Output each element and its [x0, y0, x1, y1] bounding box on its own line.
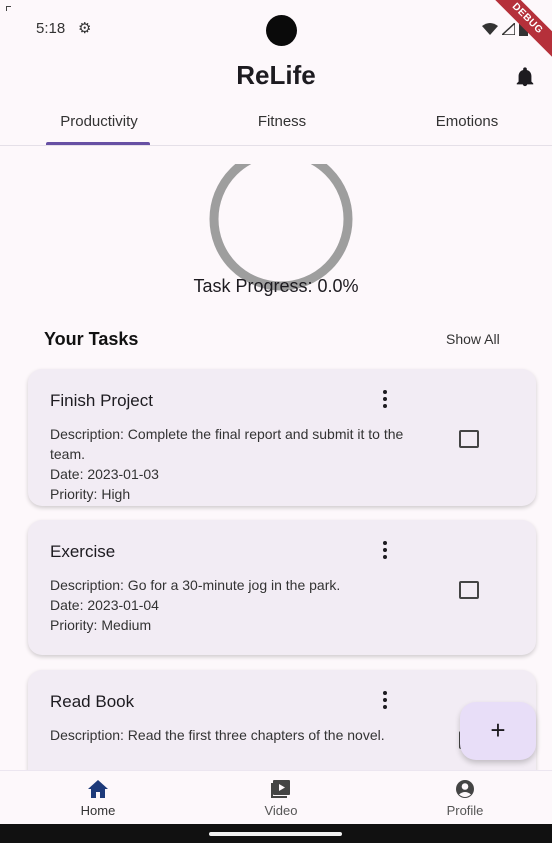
task-description: Description: Go for a 30-minute jog in t…	[50, 577, 341, 593]
show-all-button[interactable]: Show All	[446, 331, 500, 347]
app-title: ReLife	[236, 60, 316, 90]
task-card[interactable]: Finish Project Description: Complete the…	[28, 369, 536, 506]
progress-track	[209, 164, 353, 291]
task-date: Date: 2023-01-03	[50, 466, 159, 482]
home-icon	[88, 780, 108, 798]
app-screen: 5:18 ⚙ DEBUG ReLife Productivity Fitness…	[0, 0, 552, 843]
task-details: Description: Complete the final report a…	[50, 424, 420, 504]
add-task-button[interactable]: +	[460, 702, 536, 760]
nav-profile[interactable]: Profile	[415, 779, 515, 818]
task-title: Exercise	[50, 542, 116, 561]
task-priority: Priority: Medium	[50, 617, 152, 633]
task-priority: Priority: High	[50, 486, 131, 502]
task-title: Read Book	[50, 692, 135, 711]
nav-home[interactable]: Home	[48, 779, 148, 818]
home-gesture-handle[interactable]	[209, 832, 342, 836]
task-progress-label: Task Progress: 0.0%	[193, 276, 359, 296]
task-card[interactable]: Exercise Description: Go for a 30-minute…	[28, 520, 536, 655]
task-details: Description: Go for a 30-minute jog in t…	[50, 575, 420, 635]
task-title: Finish Project	[50, 391, 153, 410]
more-vert-icon[interactable]	[378, 389, 392, 409]
nav-profile-label: Profile	[446, 803, 484, 818]
task-checkbox[interactable]	[459, 430, 479, 448]
task-details: Description: Read the first three chapte…	[50, 725, 420, 745]
tab-fitness[interactable]: Fitness	[232, 113, 332, 130]
signal-icon	[502, 23, 515, 35]
more-vert-icon[interactable]	[378, 690, 392, 710]
bottom-navigation: Home Video Profile	[0, 770, 552, 824]
corner-mark	[6, 6, 11, 11]
profile-icon	[456, 780, 474, 798]
bell-icon[interactable]	[514, 66, 536, 88]
add-icon: +	[490, 715, 506, 745]
tasks-section-title: Your Tasks	[44, 329, 139, 349]
more-vert-icon[interactable]	[378, 540, 392, 560]
nav-video[interactable]: Video	[231, 779, 331, 818]
tab-emotions[interactable]: Emotions	[412, 113, 522, 130]
status-time: 5:18	[36, 20, 66, 37]
nav-video-label: Video	[264, 803, 298, 818]
task-checkbox[interactable]	[459, 581, 479, 599]
camera-cutout	[266, 15, 297, 46]
task-date: Date: 2023-01-04	[50, 597, 159, 613]
status-bar: 5:18 ⚙ DEBUG	[0, 0, 552, 65]
nav-home-label: Home	[80, 803, 116, 818]
tab-divider	[0, 145, 552, 146]
wifi-icon	[482, 23, 498, 35]
video-icon	[271, 780, 290, 798]
task-description: Description: Read the first three chapte…	[50, 727, 385, 743]
tab-productivity[interactable]: Productivity	[40, 113, 158, 130]
settings-status-icon: ⚙	[78, 20, 92, 37]
task-description: Description: Complete the final report a…	[50, 426, 404, 462]
system-navigation-bar	[0, 824, 552, 843]
